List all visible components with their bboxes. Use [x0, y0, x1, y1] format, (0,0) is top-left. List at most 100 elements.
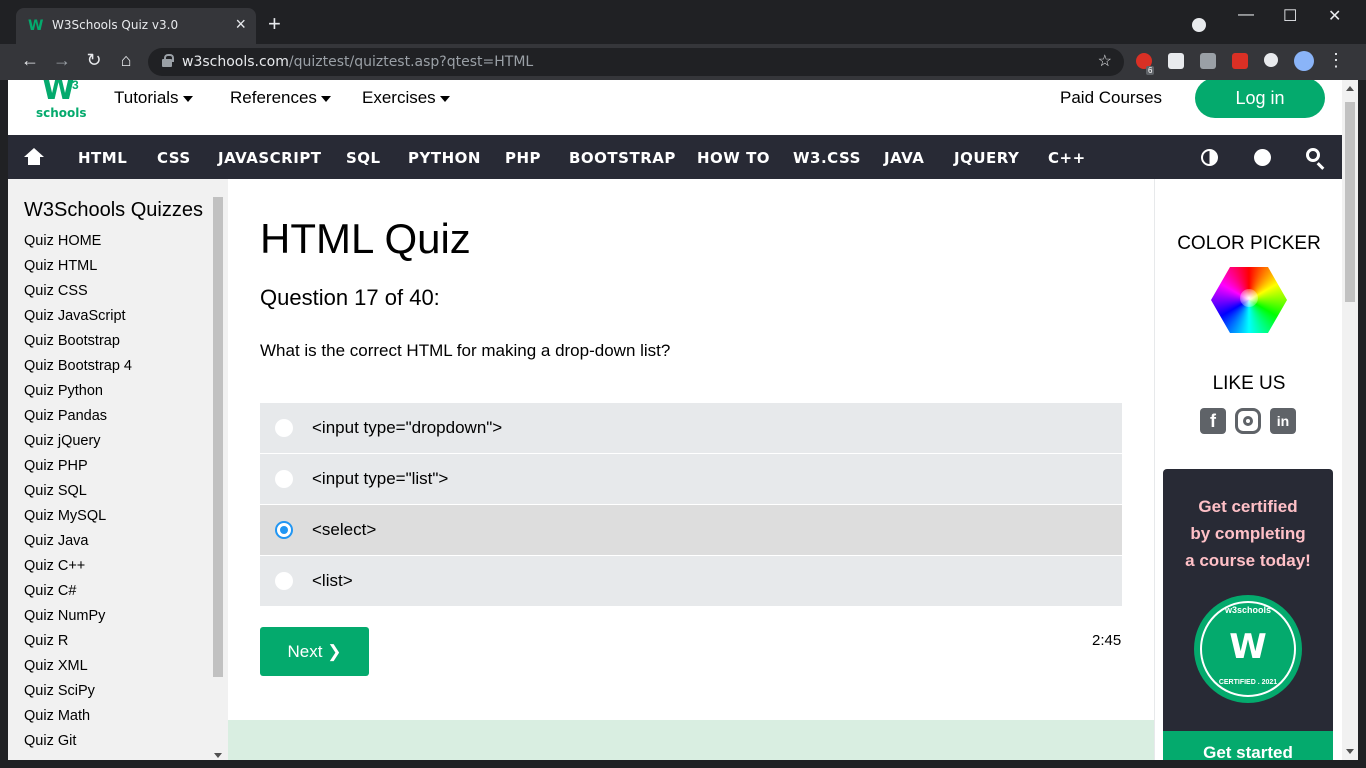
- globe-icon[interactable]: [1254, 149, 1271, 166]
- exercises-menu[interactable]: Exercises: [362, 88, 450, 108]
- sidebar-item[interactable]: Quiz PHP: [24, 458, 132, 483]
- answer-option-selected[interactable]: <select>: [260, 505, 1122, 556]
- profile-avatar[interactable]: [1294, 51, 1314, 71]
- radio-button-checked[interactable]: [275, 521, 293, 539]
- scroll-down-icon[interactable]: [1346, 749, 1354, 754]
- radio-button[interactable]: [275, 470, 293, 488]
- sidebar-item[interactable]: Quiz NumPy: [24, 608, 132, 633]
- sidebar-item[interactable]: Quiz XML: [24, 658, 132, 683]
- address-bar[interactable]: w3schools.com/quiztest/quiztest.asp?qtes…: [148, 48, 1124, 76]
- contrast-toggle-icon[interactable]: [1201, 149, 1218, 166]
- sidebar-item[interactable]: Quiz Pandas: [24, 408, 132, 433]
- login-button[interactable]: Log in: [1195, 80, 1325, 118]
- answer-options: <input type="dropdown"> <input type="lis…: [260, 403, 1122, 607]
- answer-label: <select>: [312, 520, 377, 539]
- logo-mark: W: [42, 80, 76, 107]
- nav-bootstrap[interactable]: BOOTSTRAP: [569, 149, 676, 167]
- w3schools-logo[interactable]: W 3 schools: [36, 80, 96, 124]
- nav-sql[interactable]: SQL: [346, 149, 381, 167]
- tab-strip: W W3Schools Quiz v3.0 × + — ☐ ✕: [0, 0, 1366, 44]
- mute-tab-icon[interactable]: [1168, 53, 1184, 69]
- next-button[interactable]: Next ❯: [260, 627, 369, 676]
- nav-javascript[interactable]: JAVASCRIPT: [218, 149, 322, 167]
- scroll-down-icon[interactable]: [214, 753, 222, 758]
- sidebar-item[interactable]: Quiz HOME: [24, 233, 132, 258]
- tutorials-menu[interactable]: Tutorials: [114, 88, 193, 108]
- answer-option[interactable]: <list>: [260, 556, 1122, 607]
- quiz-main: HTML Quiz Question 17 of 40: What is the…: [228, 179, 1154, 760]
- nav-jquery[interactable]: JQUERY: [954, 149, 1019, 167]
- back-icon[interactable]: ←: [18, 50, 42, 71]
- sidebar-item[interactable]: Quiz Java: [24, 533, 132, 558]
- sidebar-item[interactable]: Quiz Python: [24, 383, 132, 408]
- caret-down-icon: [182, 95, 193, 102]
- sidebar-scroll-thumb[interactable]: [213, 197, 223, 677]
- radio-button[interactable]: [275, 419, 293, 437]
- nav-cpp[interactable]: C++: [1048, 149, 1086, 167]
- answer-option[interactable]: <input type="list">: [260, 454, 1122, 505]
- sidebar-item[interactable]: Quiz C#: [24, 583, 132, 608]
- tab-search-icon[interactable]: [1192, 18, 1206, 32]
- facebook-icon[interactable]: f: [1200, 408, 1226, 434]
- nav-php[interactable]: PHP: [505, 149, 541, 167]
- reload-icon[interactable]: ↻: [82, 50, 106, 71]
- url-text: w3schools.com/quiztest/quiztest.asp?qtes…: [182, 54, 534, 70]
- question-text: What is the correct HTML for making a dr…: [260, 341, 671, 360]
- sidebar-item[interactable]: Quiz Bootstrap: [24, 333, 132, 358]
- answer-option[interactable]: <input type="dropdown">: [260, 403, 1122, 454]
- paid-courses-link[interactable]: Paid Courses: [1060, 88, 1162, 108]
- cert-text: Get certified by completing a course tod…: [1185, 497, 1311, 570]
- browser-menu-icon[interactable]: ⋮: [1324, 50, 1348, 71]
- search-icon[interactable]: [1306, 148, 1320, 162]
- sidebar-item[interactable]: Quiz HTML: [24, 258, 132, 283]
- close-tab-icon[interactable]: ×: [235, 15, 246, 33]
- lock-icon: [162, 54, 174, 67]
- sidebar-item[interactable]: Quiz MySQL: [24, 508, 132, 533]
- extensions-puzzle-icon[interactable]: [1264, 53, 1278, 67]
- browser-tab[interactable]: W W3Schools Quiz v3.0 ×: [16, 8, 256, 44]
- sidebar-item[interactable]: Quiz R: [24, 633, 132, 658]
- nav-java[interactable]: JAVA: [884, 149, 924, 167]
- page-title: HTML Quiz: [260, 215, 471, 262]
- right-sidebar: COLOR PICKER LIKE US f in Get certified …: [1154, 179, 1342, 760]
- sidebar-item[interactable]: Quiz JavaScript: [24, 308, 132, 333]
- sidebar-scrollbar[interactable]: [212, 189, 224, 760]
- sidebar-item[interactable]: Quiz jQuery: [24, 433, 132, 458]
- extension-red-square-icon[interactable]: [1232, 53, 1248, 69]
- tutorial-navbar: HTML CSS JAVASCRIPT SQL PYTHON PHP BOOTS…: [8, 135, 1342, 179]
- sidebar-item[interactable]: Quiz CSS: [24, 283, 132, 308]
- home-icon[interactable]: [24, 148, 44, 166]
- caret-down-icon: [439, 95, 450, 102]
- close-window-icon[interactable]: ✕: [1328, 6, 1341, 26]
- extension-grey-icon[interactable]: [1200, 53, 1216, 69]
- sidebar-item[interactable]: Quiz C++: [24, 558, 132, 583]
- nav-python[interactable]: PYTHON: [408, 149, 481, 167]
- linkedin-icon[interactable]: in: [1270, 408, 1296, 434]
- sidebar-item[interactable]: Quiz SciPy: [24, 683, 132, 708]
- nav-w3css[interactable]: W3.CSS: [793, 149, 861, 167]
- browser-toolbar: ← → ↻ ⌂ w3schools.com/quiztest/quiztest.…: [0, 44, 1366, 80]
- bookmark-star-icon[interactable]: ☆: [1098, 51, 1112, 71]
- home-browser-icon[interactable]: ⌂: [114, 50, 138, 71]
- scroll-up-icon[interactable]: [1346, 86, 1354, 91]
- instagram-icon[interactable]: [1235, 408, 1261, 434]
- sidebar-item[interactable]: Quiz SQL: [24, 483, 132, 508]
- page-scrollbar[interactable]: [1342, 80, 1358, 760]
- sidebar-item[interactable]: Quiz Bootstrap 4: [24, 358, 132, 383]
- radio-button[interactable]: [275, 572, 293, 590]
- references-menu[interactable]: References: [230, 88, 331, 108]
- get-started-button[interactable]: Get started: [1163, 731, 1333, 760]
- page-scroll-thumb[interactable]: [1345, 102, 1355, 302]
- certification-ad[interactable]: Get certified by completing a course tod…: [1163, 469, 1333, 760]
- caret-down-icon: [320, 95, 331, 102]
- sidebar-item[interactable]: Quiz Math: [24, 708, 132, 733]
- nav-html[interactable]: HTML: [78, 149, 127, 167]
- sidebar-item[interactable]: Quiz Git: [24, 733, 132, 758]
- nav-css[interactable]: CSS: [157, 149, 191, 167]
- color-picker-title[interactable]: COLOR PICKER: [1155, 233, 1342, 255]
- forward-icon[interactable]: →: [50, 50, 74, 71]
- new-tab-icon[interactable]: +: [268, 13, 281, 35]
- maximize-icon[interactable]: ☐: [1283, 6, 1297, 26]
- nav-how-to[interactable]: HOW TO: [697, 149, 770, 167]
- minimize-icon[interactable]: —: [1238, 6, 1254, 24]
